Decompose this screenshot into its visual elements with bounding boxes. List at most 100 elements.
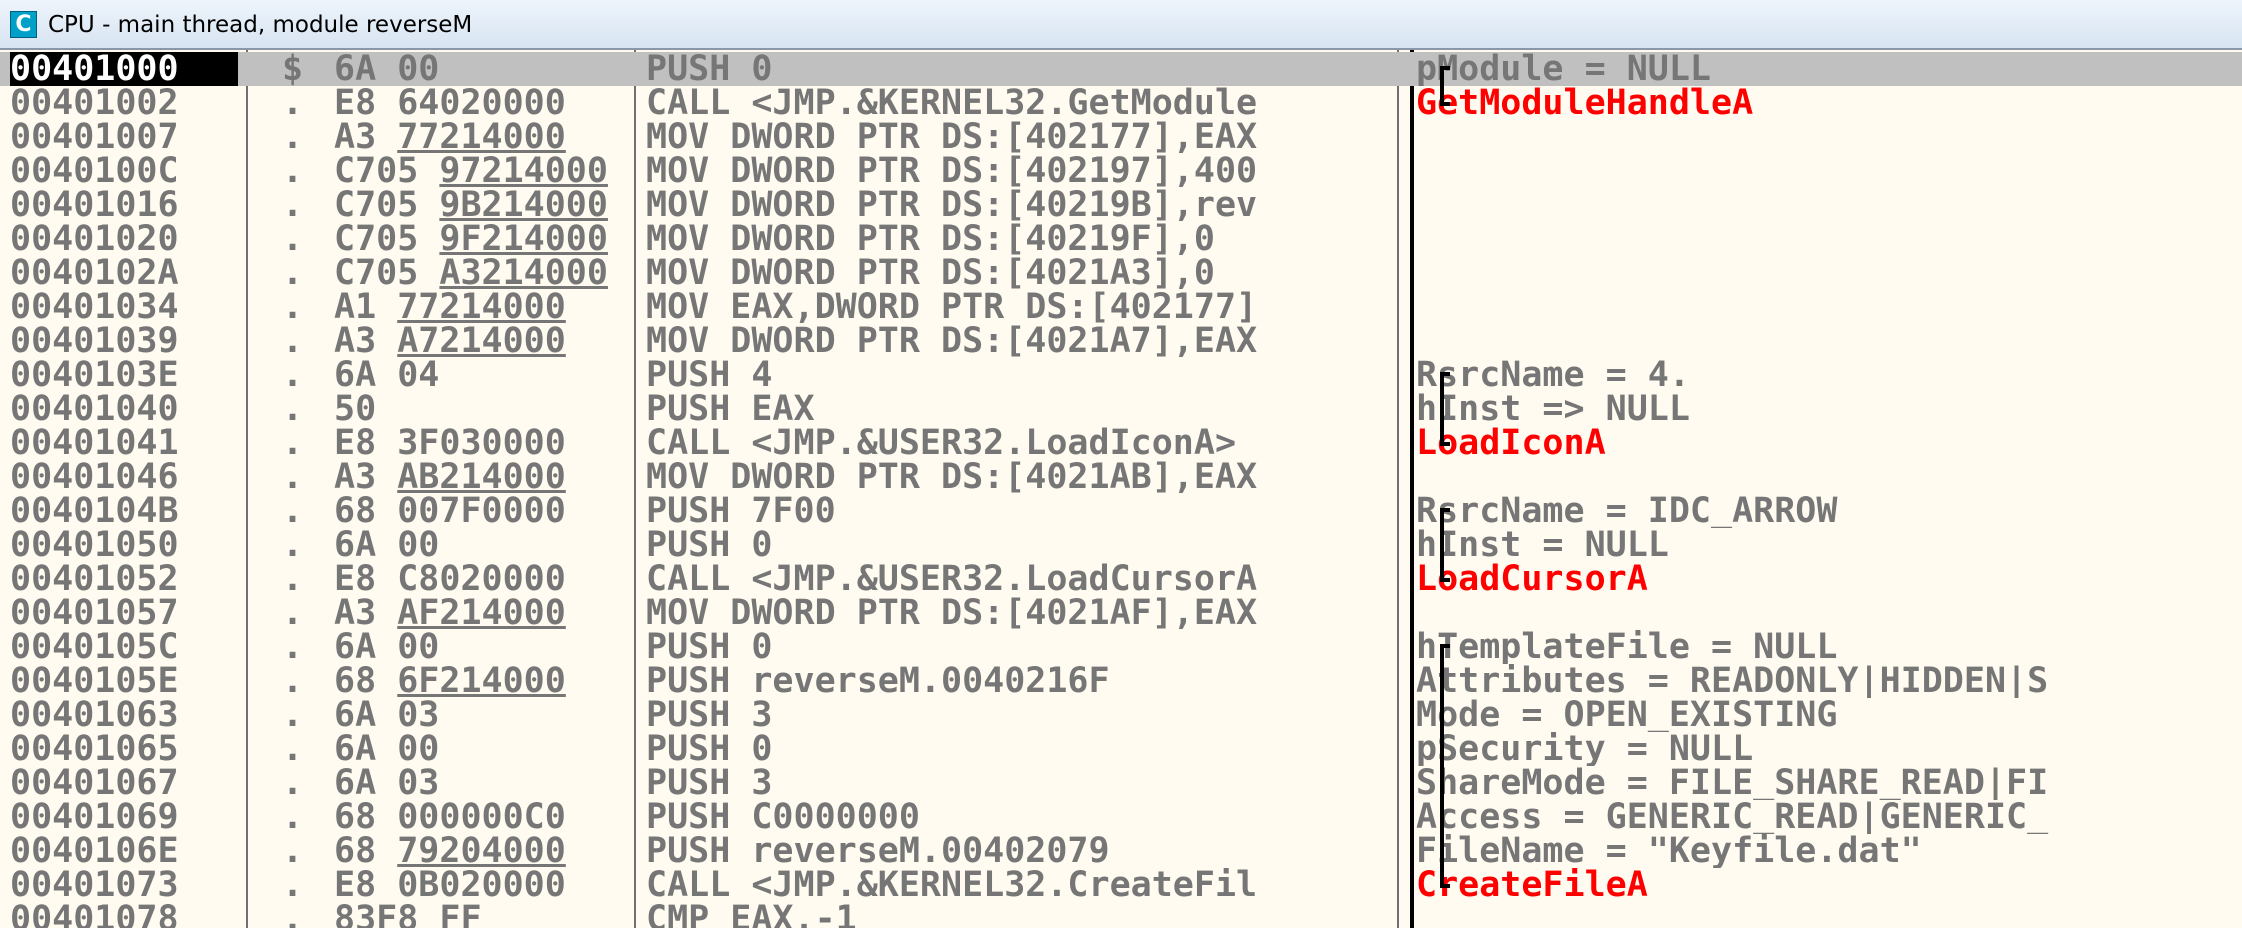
hex-opcode: 6A: [334, 766, 377, 800]
instruction-row[interactable]: 0040102A. C705 A3214000 MOV DWORD PTR DS:[…: [0, 256, 2242, 290]
hex-operand: 77214000: [397, 120, 566, 154]
hex-dump-cell: A3 AF214000: [334, 596, 626, 630]
call-argument-bracket: [1440, 834, 1450, 868]
argument-comment: hInst = NULL: [1416, 528, 1669, 562]
instruction-row[interactable]: 0040105C. 6A 00 PUSH 0 hTemplateFile = NULL: [0, 630, 2242, 664]
instruction-row[interactable]: 00401039. A3 A7214000 MOV DWORD PTR DS:[40…: [0, 324, 2242, 358]
instruction-cell: MOV DWORD PTR DS:[40219B],rev: [646, 188, 1258, 222]
hex-opcode: 68: [334, 834, 377, 868]
call-argument-bracket: [1440, 66, 1450, 86]
hex-dump-cell: 6A 00: [334, 52, 626, 86]
address-cell: 00401041: [10, 426, 179, 460]
instruction-row[interactable]: 00401002. E8 64020000 CALL <JMP.&KERNEL32.…: [0, 86, 2242, 120]
instruction-row[interactable]: 00401067. 6A 03 PUSH 3 ShareMode = FILE_SHA…: [0, 766, 2242, 800]
address-cell: 00401046: [10, 460, 179, 494]
instruction-row[interactable]: 0040103E. 6A 04 PUSH 4 RsrcName = 4.: [0, 358, 2242, 392]
hex-operand: 04: [397, 358, 440, 392]
disassembly-rows: 00401000 $6A 00 PUSH 0 pModule = NULL 004010…: [0, 52, 2242, 928]
hex-dump-cell: 6A 00: [334, 630, 626, 664]
instruction-row[interactable]: 00401040. 50 PUSH EAX hInst => NULL: [0, 392, 2242, 426]
hex-opcode: C705: [334, 154, 419, 188]
disassembly-pane[interactable]: 00401000 $6A 00 PUSH 0 pModule = NULL 004010…: [0, 50, 2242, 928]
hex-opcode: C705: [334, 188, 419, 222]
call-argument-bracket: [1440, 86, 1450, 106]
instruction-row[interactable]: 0040106E. 68 79204000 PUSH reverseM.004020…: [0, 834, 2242, 868]
address-cell: 00401050: [10, 528, 179, 562]
address-cell: 0040100C: [10, 154, 179, 188]
hex-opcode: 6A: [334, 630, 377, 664]
instruction-row[interactable]: 00401034. A1 77214000 MOV EAX,DWORD PTR DS…: [0, 290, 2242, 324]
selected-instruction-row[interactable]: 00401000 $6A 00 PUSH 0 pModule = NULL: [0, 52, 2242, 86]
title-bar[interactable]: C CPU - main thread, module reverseM: [0, 0, 2242, 50]
api-call-comment: LoadCursorA: [1416, 562, 1648, 596]
instruction-row[interactable]: 00401050. 6A 00 PUSH 0 hInst = NULL: [0, 528, 2242, 562]
hex-operand: 97214000: [439, 154, 608, 188]
argument-comment: pSecurity = NULL: [1416, 732, 1754, 766]
hex-operand: 00: [397, 732, 440, 766]
flow-marker: .: [282, 698, 304, 732]
instruction-row[interactable]: 00401052. E8 C8020000 CALL <JMP.&USER32.Lo…: [0, 562, 2242, 596]
instruction-cell: MOV DWORD PTR DS:[402177],EAX: [646, 120, 1258, 154]
instruction-row[interactable]: 00401020. C705 9F214000 MOV DWORD PTR DS:[…: [0, 222, 2242, 256]
instruction-cell: PUSH 0: [646, 528, 773, 562]
hex-operand: 000000C0: [397, 800, 566, 834]
api-call-comment: CreateFileA: [1416, 868, 1648, 902]
address-cell: 0040102A: [10, 256, 179, 290]
call-argument-bracket: [1440, 664, 1450, 698]
instruction-row[interactable]: 0040100C. C705 97214000 MOV DWORD PTR DS:[…: [0, 154, 2242, 188]
instruction-row[interactable]: 00401046. A3 AB214000 MOV DWORD PTR DS:[40…: [0, 460, 2242, 494]
hex-opcode: E8: [334, 426, 377, 460]
call-argument-bracket: [1440, 800, 1450, 834]
instruction-row[interactable]: 00401057. A3 AF214000 MOV DWORD PTR DS:[40…: [0, 596, 2242, 630]
hex-opcode: A1: [334, 290, 377, 324]
instruction-row[interactable]: 00401041. E8 3F030000 CALL <JMP.&USER32.Lo…: [0, 426, 2242, 460]
hex-dump-cell: 68 000000C0: [334, 800, 626, 834]
instruction-cell: CALL <JMP.&KERNEL32.CreateFil: [646, 868, 1258, 902]
instruction-row[interactable]: 00401016. C705 9B214000 MOV DWORD PTR DS:[…: [0, 188, 2242, 222]
hex-operand: 00: [397, 630, 440, 664]
hex-opcode: 68: [334, 494, 377, 528]
instruction-row[interactable]: 0040104B. 68 007F0000 PUSH 7F00 RsrcName = …: [0, 494, 2242, 528]
instruction-row[interactable]: 00401069. 68 000000C0 PUSH C0000000 Access …: [0, 800, 2242, 834]
instruction-row[interactable]: 0040105E. 68 6F214000 PUSH reverseM.004021…: [0, 664, 2242, 698]
hex-opcode: 6A: [334, 52, 377, 86]
hex-dump-cell: 6A 03: [334, 766, 626, 800]
instruction-cell: PUSH 0: [646, 52, 773, 86]
argument-comment: hInst => NULL: [1416, 392, 1690, 426]
flow-marker: .: [282, 460, 304, 494]
hex-opcode: E8: [334, 562, 377, 596]
instruction-row[interactable]: 00401078. 83F8 FF CMP EAX,-1: [0, 902, 2242, 928]
instruction-row[interactable]: 00401065. 6A 00 PUSH 0 pSecurity = NULL: [0, 732, 2242, 766]
hex-opcode: 68: [334, 800, 377, 834]
hex-dump-cell: E8 0B020000: [334, 868, 626, 902]
call-argument-bracket: [1440, 644, 1450, 664]
address-cell: 00401065: [10, 732, 179, 766]
flow-marker: .: [282, 494, 304, 528]
flow-marker: $: [282, 52, 304, 86]
hex-dump-cell: 6A 04: [334, 358, 626, 392]
hex-operand: C8020000: [397, 562, 566, 596]
api-call-comment: LoadIconA: [1416, 426, 1606, 460]
address-cell: 00401067: [10, 766, 179, 800]
flow-marker: .: [282, 324, 304, 358]
hex-operand: 9F214000: [439, 222, 608, 256]
instruction-row[interactable]: 00401007. A3 77214000 MOV DWORD PTR DS:[40…: [0, 120, 2242, 154]
hex-dump-cell: A3 AB214000: [334, 460, 626, 494]
hex-opcode: E8: [334, 86, 377, 120]
flow-marker: .: [282, 120, 304, 154]
address-cell: 00401078: [10, 902, 179, 928]
hex-dump-cell: 6A 00: [334, 732, 626, 766]
argument-comment: RsrcName = 4.: [1416, 358, 1690, 392]
instruction-row[interactable]: 00401073. E8 0B020000 CALL <JMP.&KERNEL32.…: [0, 868, 2242, 902]
instruction-row[interactable]: 00401063. 6A 03 PUSH 3 Mode = OPEN_EXISTING: [0, 698, 2242, 732]
address-cell: 00401063: [10, 698, 179, 732]
flow-marker: .: [282, 358, 304, 392]
hex-dump-cell: C705 9F214000: [334, 222, 626, 256]
hex-dump-cell: 68 6F214000: [334, 664, 626, 698]
hex-dump-cell: 83F8 FF: [334, 902, 626, 928]
hex-opcode: 6A: [334, 732, 377, 766]
instruction-cell: PUSH C0000000: [646, 800, 920, 834]
hex-operand: 3F030000: [397, 426, 566, 460]
address-cell: 00401069: [10, 800, 179, 834]
flow-marker: .: [282, 902, 304, 928]
